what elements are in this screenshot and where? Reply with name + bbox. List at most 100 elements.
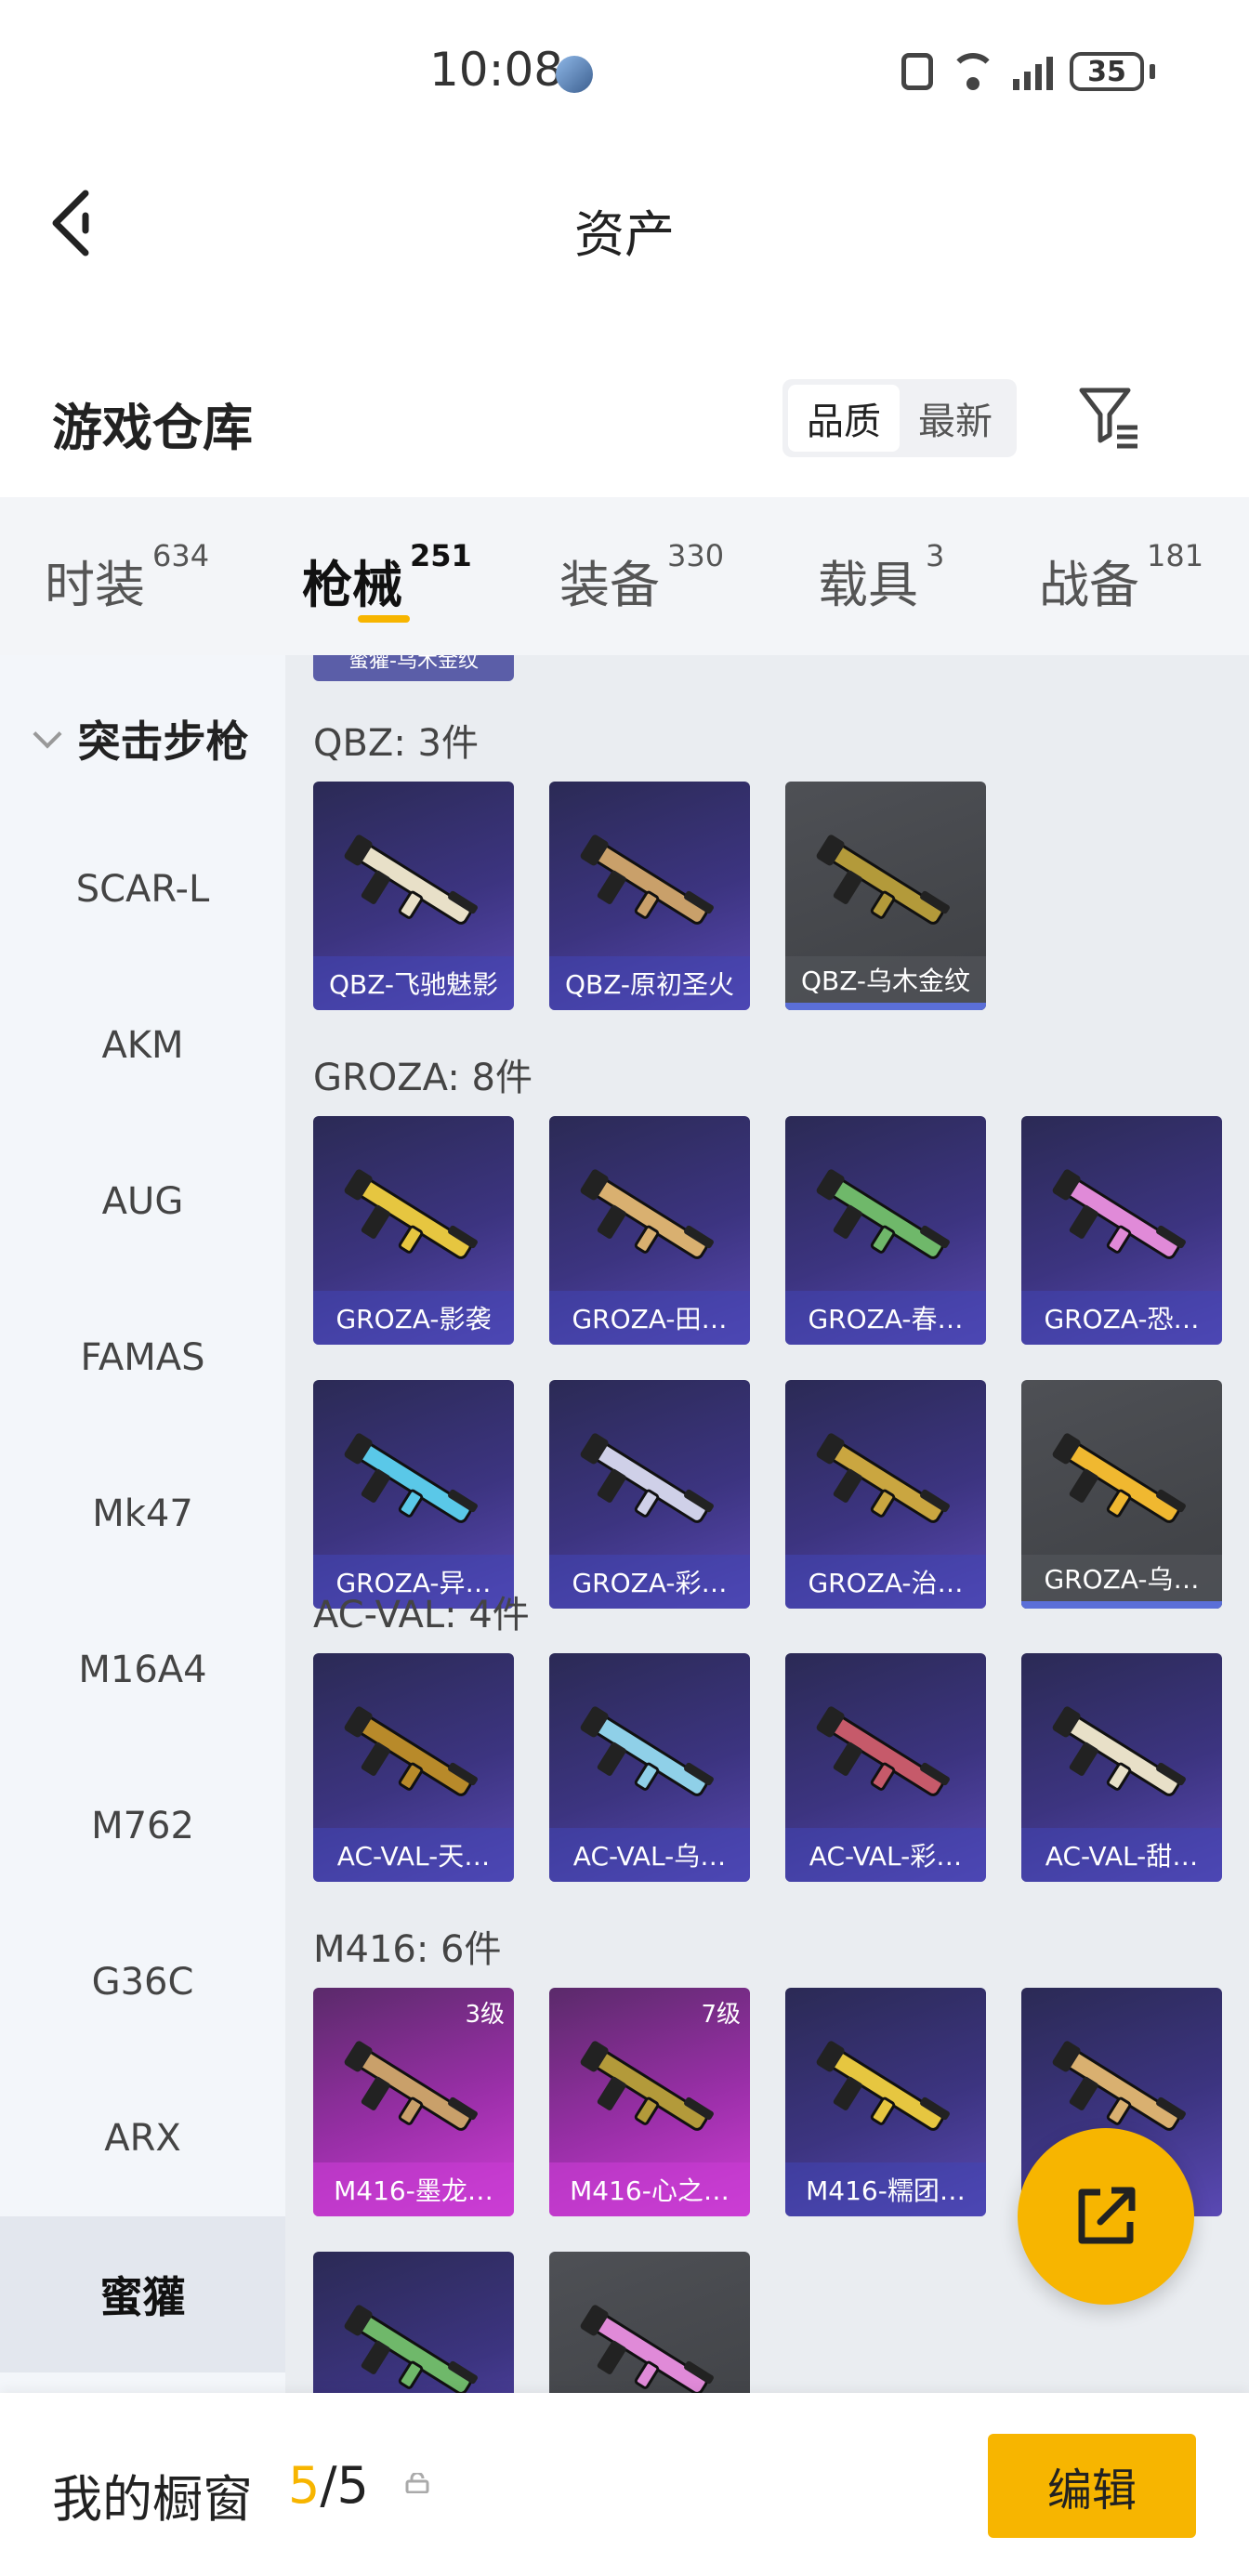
sort-newest-button[interactable]: 最新 — [900, 385, 1011, 452]
sidebar-item-m762[interactable]: M762 — [0, 1748, 285, 1904]
nfc-icon — [901, 53, 933, 90]
weapon-card[interactable]: AC-VAL-乌… — [549, 1653, 750, 1882]
weapon-card[interactable]: GROZA-影袭 — [313, 1116, 514, 1345]
weapon-card[interactable]: AC-VAL-彩… — [785, 1653, 986, 1882]
weapon-card[interactable]: GROZA-乌… — [1021, 1380, 1222, 1609]
status-bar: 10:08 35 — [0, 0, 1249, 139]
weapon-skin-icon — [580, 1169, 714, 1259]
filter-icon[interactable] — [1076, 383, 1143, 450]
weapon-name: GROZA-恐… — [1021, 1291, 1222, 1345]
page-title: 资产 — [574, 205, 675, 264]
sidebar-category[interactable]: 突击步枪 — [0, 683, 285, 795]
active-tab-indicator — [358, 615, 410, 623]
lock-icon — [405, 2473, 429, 2493]
sidebar-item-honey-badger[interactable]: 蜜獾 — [0, 2216, 285, 2372]
weapon-card[interactable] — [313, 2252, 514, 2393]
wifi-icon — [950, 53, 996, 90]
weapon-name: GROZA-彩… — [549, 1555, 750, 1609]
warehouse-title: 游戏仓库 — [52, 399, 253, 457]
sort-quality-button[interactable]: 品质 — [788, 385, 900, 452]
weapon-name: M416-墨龙… — [313, 2162, 514, 2216]
weapon-card[interactable]: GROZA-异… — [313, 1380, 514, 1609]
weapon-card[interactable]: M416-糯团… — [785, 1988, 986, 2216]
weapon-card[interactable] — [549, 2252, 750, 2393]
weapon-card[interactable]: 7级 M416-心之… — [549, 1988, 750, 2216]
weapon-card[interactable]: GROZA-田… — [549, 1116, 750, 1345]
weapon-name: QBZ-原初圣火 — [549, 956, 750, 1010]
weapon-skin-icon — [344, 2305, 478, 2393]
weapon-skin-icon — [580, 1706, 714, 1796]
weapon-name: GROZA-乌… — [1021, 1555, 1222, 1609]
weapon-card[interactable]: AC-VAL-天… — [313, 1653, 514, 1882]
weapon-name: QBZ-乌木金纹 — [785, 956, 986, 1010]
sidebar-item-g36c[interactable]: G36C — [0, 1904, 285, 2060]
weapon-skin-icon — [1052, 1169, 1186, 1259]
weapon-name: AC-VAL-天… — [313, 1828, 514, 1882]
weapon-name: M416-心之… — [549, 2162, 750, 2216]
weapon-skin-icon — [1052, 1706, 1186, 1796]
share-button[interactable] — [1018, 2128, 1194, 2305]
weapon-name: GROZA-春… — [785, 1291, 986, 1345]
weapon-skin-icon — [816, 1169, 950, 1259]
sidebar: 突击步枪 SCAR-L AKM AUG FAMAS Mk47 M16A4 M76… — [0, 655, 285, 2393]
share-icon — [1078, 2187, 1136, 2244]
signal-icon — [1013, 53, 1053, 90]
level-badge: 7级 — [701, 2001, 741, 2029]
weapon-skin-icon — [816, 2041, 950, 2131]
weapon-name: QBZ-飞驰魅影 — [313, 956, 514, 1010]
category-tabs: 时装 634 枪械 251 装备 330 载具 3 战备 181 — [0, 497, 1249, 655]
weapon-skin-icon — [580, 2305, 714, 2393]
sidebar-item-famas[interactable]: FAMAS — [0, 1280, 285, 1436]
status-time: 10:08 — [429, 43, 564, 97]
status-avatar-icon — [556, 56, 593, 93]
weapon-skin-icon — [816, 1433, 950, 1523]
weapon-skin-icon — [344, 1169, 478, 1259]
weapon-name: AC-VAL-甜… — [1021, 1828, 1222, 1882]
weapon-card[interactable]: GROZA-春… — [785, 1116, 986, 1345]
weapon-skin-icon — [580, 835, 714, 925]
weapon-skin-icon — [580, 2041, 714, 2131]
weapon-card[interactable]: QBZ-乌木金纹 — [785, 782, 986, 1010]
weapon-name: AC-VAL-乌… — [549, 1828, 750, 1882]
weapon-name: M416-糯团… — [785, 2162, 986, 2216]
sidebar-item-mk47[interactable]: Mk47 — [0, 1436, 285, 1592]
sidebar-item-scar-l[interactable]: SCAR-L — [0, 811, 285, 967]
weapon-skin-icon — [344, 1706, 478, 1796]
weapon-skin-icon — [344, 2041, 478, 2131]
battery-cap — [1150, 64, 1155, 79]
group-title: QBZ: 3件 — [313, 722, 479, 765]
edit-button[interactable]: 编辑 — [988, 2434, 1196, 2538]
weapon-skin-icon — [344, 835, 478, 925]
tab-vehicles[interactable]: 载具 3 — [818, 538, 944, 617]
tab-guns[interactable]: 枪械 251 — [302, 538, 472, 617]
tab-equipment[interactable]: 装备 330 — [559, 538, 724, 617]
group-title: AC-VAL: 4件 — [313, 1594, 530, 1636]
weapon-skin-icon — [1052, 2041, 1186, 2131]
weapon-card[interactable]: 3级 M416-墨龙… — [313, 1988, 514, 2216]
tab-fashion[interactable]: 时装 634 — [45, 538, 209, 617]
weapon-card[interactable]: QBZ-原初圣火 — [549, 782, 750, 1010]
showcase-label: 我的橱窗 — [52, 2470, 253, 2529]
weapon-name: GROZA-影袭 — [313, 1291, 514, 1345]
weapon-card[interactable]: GROZA-恐… — [1021, 1116, 1222, 1345]
showcase-count: 5/5 — [288, 2456, 369, 2515]
partial-card-label: 蜜獾-乌木金纹 — [313, 655, 514, 681]
weapon-skin-icon — [816, 1706, 950, 1796]
sidebar-item-m16a4[interactable]: M16A4 — [0, 1592, 285, 1748]
sidebar-item-aug[interactable]: AUG — [0, 1124, 285, 1280]
weapon-skin-icon — [344, 1433, 478, 1523]
sort-toggle: 品质 最新 — [782, 379, 1017, 457]
weapon-card[interactable]: GROZA-治… — [785, 1380, 986, 1609]
weapon-skin-icon — [816, 835, 950, 925]
weapon-skin-icon — [1052, 1433, 1186, 1523]
group-title: M416: 6件 — [313, 1928, 502, 1971]
group-title: GROZA: 8件 — [313, 1057, 532, 1099]
weapon-card[interactable]: QBZ-飞驰魅影 — [313, 782, 514, 1010]
weapon-card[interactable]: GROZA-彩… — [549, 1380, 750, 1609]
sidebar-item-arx[interactable]: ARX — [0, 2060, 285, 2216]
chevron-down-icon — [32, 719, 62, 749]
weapon-name: GROZA-治… — [785, 1555, 986, 1609]
sidebar-item-akm[interactable]: AKM — [0, 967, 285, 1124]
weapon-card[interactable]: AC-VAL-甜… — [1021, 1653, 1222, 1882]
tab-supplies[interactable]: 战备 181 — [1039, 538, 1203, 617]
